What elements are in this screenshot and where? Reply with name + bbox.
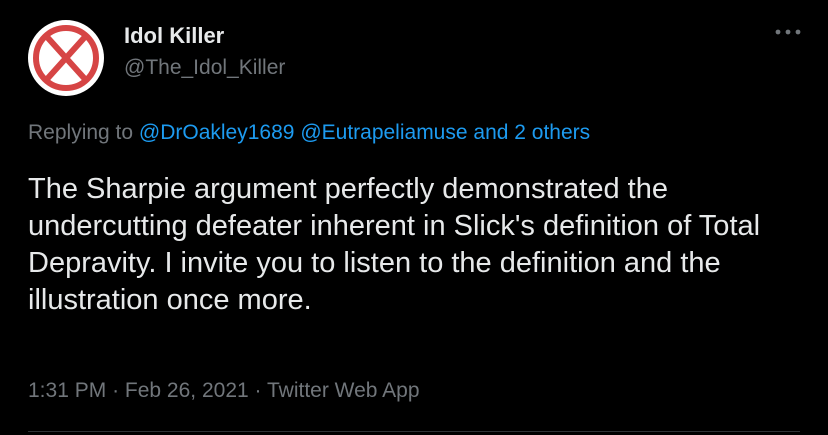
others-link[interactable]: and 2 others	[473, 121, 590, 144]
mention-link-eutrapeliamuse[interactable]: @Eutrapeliamuse	[300, 121, 467, 144]
more-options-icon	[775, 29, 801, 35]
user-handle[interactable]: @The_Idol_Killer	[124, 55, 285, 81]
tweet-text: The Sharpie argument perfectly demonstra…	[28, 173, 761, 316]
tweet-time[interactable]: 1:31 PM	[28, 379, 106, 402]
meta-separator: ·	[112, 379, 120, 402]
meta-separator: ·	[254, 379, 262, 402]
mention-link-droakley[interactable]: @DrOakley1689	[139, 121, 295, 144]
replying-to-line: Replying to @DrOakley1689 @Eutrapeliamus…	[28, 119, 590, 147]
display-name[interactable]: Idol Killer	[124, 22, 224, 50]
replying-to-label: Replying to	[28, 121, 134, 144]
tweet-detail: Idol Killer @The_Idol_Killer Replying to…	[0, 0, 828, 435]
more-options-button[interactable]	[774, 24, 802, 40]
tweet-date[interactable]: Feb 26, 2021	[125, 379, 249, 402]
avatar[interactable]	[28, 20, 104, 96]
divider	[28, 431, 800, 432]
red-x-icon	[33, 25, 99, 91]
tweet-source[interactable]: Twitter Web App	[267, 379, 420, 402]
tweet-metadata: 1:31 PM · Feb 26, 2021 · Twitter Web App	[28, 377, 420, 405]
